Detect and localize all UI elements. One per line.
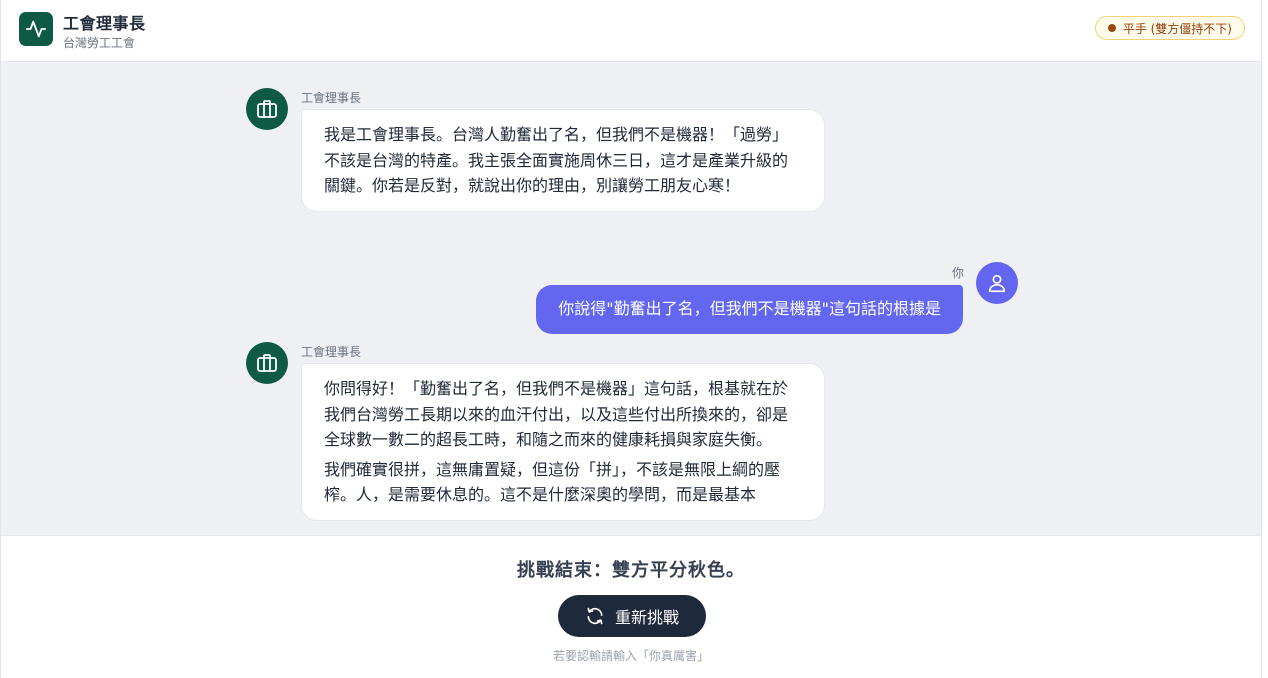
briefcase-icon — [246, 88, 288, 130]
refresh-icon — [585, 606, 605, 626]
message-sender: 工會理事長 — [301, 91, 362, 105]
page-scrollbar[interactable] — [1262, 0, 1268, 678]
user-message-bubble: 你說得"勤奮出了名，但我們不是機器"這句話的根據是 — [536, 285, 963, 334]
message-sender: 工會理事長 — [301, 345, 362, 359]
status-dot-icon — [1107, 24, 1116, 32]
bot-message-bubble: 我是工會理事長。台灣人勤奮出了名，但我們不是機器！「過勞」不該是台灣的特產。我主… — [301, 109, 825, 212]
status-badge: 平手 (雙方僵持不下) — [1094, 16, 1245, 40]
retry-button[interactable]: 重新挑戰 — [558, 595, 706, 637]
page-title: 工會理事長 — [63, 14, 146, 33]
result-text: 挑戰結束：雙方平分秋色。 — [517, 560, 745, 581]
retry-button-label: 重新挑戰 — [614, 608, 679, 627]
status-label: 平手 (雙方僵持不下) — [1122, 21, 1232, 36]
pulse-icon — [19, 12, 53, 46]
footer: 挑戰結束：雙方平分秋色。 重新挑戰 若要認輸請輸入「你真厲害」 — [1, 535, 1261, 678]
briefcase-icon — [246, 342, 288, 384]
page-subtitle: 台灣勞工工會 — [63, 36, 136, 50]
hint-text: 若要認輸請輸入「你真厲害」 — [552, 649, 709, 663]
app-window: 工會理事長 台灣勞工工會 平手 (雙方僵持不下) 工會理事長 我是工會理事長。台… — [0, 0, 1262, 678]
message-text: 我是工會理事長。台灣人勤奮出了名，但我們不是機器！「過勞」不該是台灣的特產。我主… — [324, 125, 789, 195]
chat-log[interactable]: 工會理事長 我是工會理事長。台灣人勤奮出了名，但我們不是機器！「過勞」不該是台灣… — [1, 63, 1261, 535]
bot-message-bubble: 你問得好！「勤奮出了名，但我們不是機器」這句話，根基就在於我們台灣勞工長期以來的… — [301, 363, 825, 521]
message-text: 我們確實很拼，這無庸置疑，但這份「拼」，不該是無限上綱的壓榨。人，是需要休息的。… — [324, 459, 781, 505]
message-sender: 你 — [952, 266, 965, 280]
header: 工會理事長 台灣勞工工會 平手 (雙方僵持不下) — [1, 0, 1261, 62]
message-text: 你問得好！「勤奮出了名，但我們不是機器」這句話，根基就在於我們台灣勞工長期以來的… — [324, 379, 789, 449]
message-text: 你說得"勤奮出了名，但我們不是機器"這句話的根據是 — [558, 299, 941, 318]
user-icon — [976, 262, 1018, 304]
